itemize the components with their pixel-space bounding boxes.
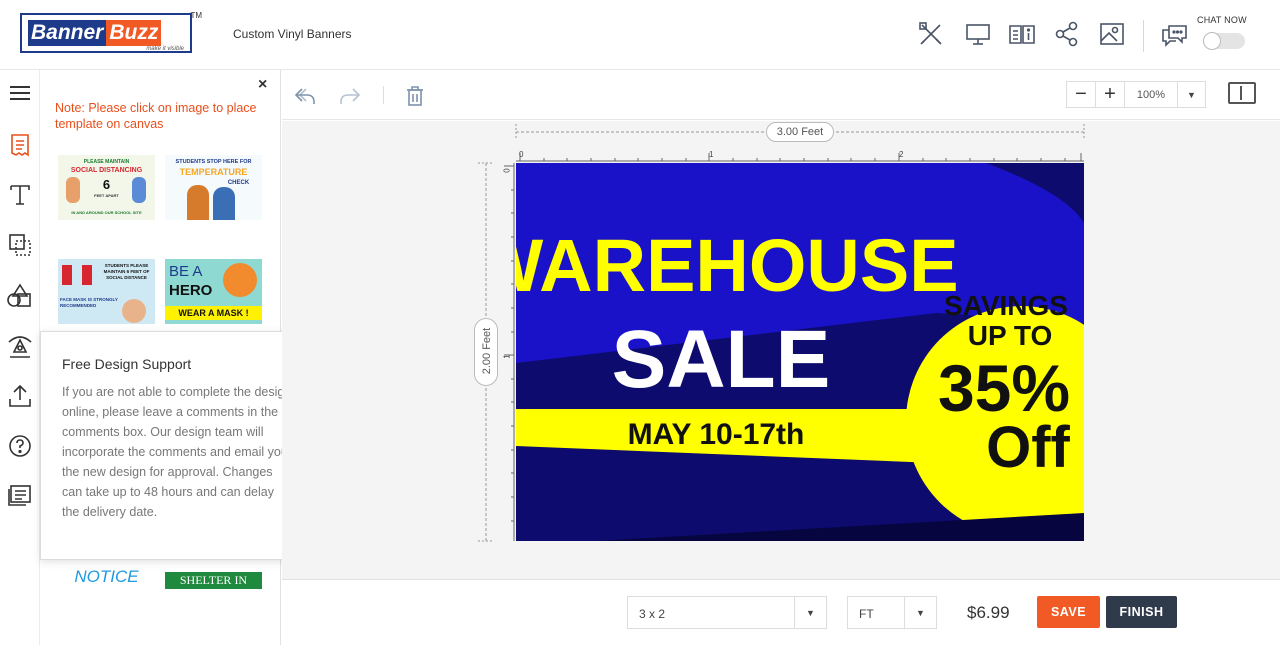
menu-icon[interactable] — [6, 79, 34, 107]
templates-icon[interactable] — [6, 131, 34, 159]
background-icon[interactable] — [6, 332, 34, 360]
ruler-left-label: 1 — [502, 354, 512, 359]
comments-icon[interactable] — [6, 482, 34, 510]
template-face-mask[interactable]: STUDENTS PLEASE MAINTAIN 6 FEET OF SOCIA… — [58, 259, 155, 324]
banner-headline[interactable]: WAREHOUSE — [516, 224, 959, 307]
popup-body-text: If you are not able to complete the desi… — [62, 385, 292, 519]
size-select-value: 3 x 2 — [639, 607, 666, 621]
help-icon[interactable] — [6, 432, 34, 460]
template-main: HERO — [169, 282, 213, 299]
zoom-dropdown-chevron-icon[interactable]: ▼ — [1178, 82, 1205, 107]
zoom-in-button[interactable]: + — [1096, 82, 1125, 107]
logo-part-banner: Banner — [28, 20, 107, 46]
masked-face — [122, 299, 146, 323]
template-title: PLEASE MAINTAIN — [83, 159, 130, 165]
height-dimension-text: 2.00 Feet — [481, 327, 493, 375]
template-temperature-check[interactable]: STUDENTS STOP HERE FOR TEMPERATURE CHECK — [165, 155, 262, 220]
trash-icon[interactable] — [403, 84, 427, 108]
template-sub: CHECK — [227, 180, 250, 186]
text-icon[interactable] — [6, 181, 34, 209]
template-main: FACE MASK IS STRONGLY RECOMMENDED — [60, 297, 118, 308]
popup-title: Free Design Support — [62, 356, 192, 372]
finish-button[interactable]: FINISH — [1106, 596, 1177, 628]
zoom-control: − + 100% ▼ — [1066, 81, 1206, 108]
template-title: SHELTER IN PLACE — [179, 573, 248, 589]
logo-tagline: make it visible — [146, 46, 184, 52]
toggle-knob — [1203, 32, 1221, 50]
price-display: $6.99 — [967, 603, 1010, 622]
template-title: STUDENTS PLEASE MAINTAIN 6 FEET OF SOCIA… — [103, 263, 150, 280]
template-shelter-in-place[interactable]: SHELTER IN PLACE — [165, 572, 262, 589]
template-title: NOTICE — [74, 567, 139, 586]
banner-off[interactable]: Off — [986, 415, 1070, 480]
panel-close-button[interactable]: × — [258, 76, 267, 94]
header-divider — [1143, 20, 1144, 52]
share-icon[interactable] — [1053, 20, 1081, 48]
logo-part-buzz: Buzz — [106, 20, 162, 46]
template-be-a-hero[interactable]: BE A HERO WEAR A MASK ! — [165, 259, 262, 324]
product-title: Custom Vinyl Banners — [233, 27, 352, 41]
clipart-icon[interactable] — [6, 282, 34, 310]
ruler-top-label: 0 — [519, 150, 524, 159]
undo-icon[interactable] — [293, 84, 317, 108]
child-figure-right — [82, 265, 92, 285]
left-tool-rail — [0, 70, 40, 645]
ruler-top-label: 2 — [899, 150, 904, 159]
template-title: STUDENTS STOP HERE FOR — [175, 159, 252, 165]
zoom-value[interactable]: 100% — [1125, 82, 1178, 107]
template-main: SOCIAL DISTANCING — [70, 167, 143, 174]
logo-trademark: TM — [190, 11, 202, 20]
unit-select[interactable]: FT ▼ — [847, 596, 937, 629]
template-main: TEMPERATURE — [179, 167, 248, 177]
canvas-toolbar: − + 100% ▼ — [282, 70, 1280, 120]
design-tools-icon[interactable] — [917, 20, 945, 48]
shapes-icon[interactable] — [6, 231, 34, 259]
size-select-chevron-icon: ▼ — [794, 597, 826, 628]
ruler-top-label: 1 — [709, 150, 714, 159]
chat-now-toggle[interactable] — [1203, 32, 1245, 50]
image-icon[interactable] — [1098, 20, 1126, 48]
height-dimension-label: 2.00 Feet — [474, 318, 498, 386]
chat-now-label: CHAT NOW — [1197, 15, 1247, 25]
top-header: Banner Buzz TM make it visible Custom Vi… — [0, 0, 1280, 70]
banner-savings-line1[interactable]: SAVINGS — [944, 290, 1068, 321]
banner-designer-app: Banner Buzz TM make it visible Custom Vi… — [0, 0, 1280, 645]
monitor-icon[interactable] — [964, 20, 992, 48]
child-figure-left — [66, 177, 80, 203]
template-title: BE A — [169, 263, 203, 280]
person-figure-right — [213, 187, 235, 220]
toolbar-separator — [383, 86, 384, 104]
bottom-footer: 3 x 2 ▼ FT ▼ $6.99 SAVE FINISH — [282, 579, 1280, 645]
template-instruction-note: Note: Please click on image to place tem… — [55, 101, 257, 131]
redo-icon[interactable] — [338, 84, 362, 108]
template-social-distancing[interactable]: PLEASE MAINTAIN SOCIAL DISTANCING 6 FEET… — [58, 155, 155, 220]
width-dimension-label: 3.00 Feet — [766, 122, 834, 142]
banner-dates[interactable]: MAY 10-17th — [628, 418, 805, 451]
person-figure-left — [187, 185, 209, 220]
child-figure-right — [132, 177, 146, 203]
banner-subhead[interactable]: SALE — [612, 314, 831, 405]
unit-select-value: FT — [859, 607, 874, 621]
save-button[interactable]: SAVE — [1037, 596, 1100, 628]
template-foot: IN AND AROUND OUR SCHOOL SITE — [71, 210, 142, 215]
banner-savings-line2[interactable]: UP TO — [968, 320, 1053, 351]
zoom-out-button[interactable]: − — [1067, 82, 1096, 107]
child-figure-left — [62, 265, 72, 285]
banner-percent[interactable]: 35% — [938, 351, 1070, 425]
book-info-icon[interactable] — [1008, 20, 1036, 48]
free-design-support-popup: Free Design Support × If you are not abl… — [40, 331, 310, 560]
panel-toggle-icon[interactable] — [1228, 82, 1256, 104]
ruler-left-label: 0 — [502, 168, 512, 173]
template-sub: WEAR A MASK ! — [178, 308, 249, 318]
hero-face — [223, 263, 257, 297]
unit-select-chevron-icon: ▼ — [904, 597, 936, 628]
upload-icon[interactable] — [6, 382, 34, 410]
size-select[interactable]: 3 x 2 ▼ — [627, 596, 827, 629]
bannerbuzz-logo[interactable]: Banner Buzz TM make it visible — [20, 11, 202, 53]
chat-icon[interactable] — [1160, 20, 1188, 48]
template-notice[interactable]: NOTICE — [58, 565, 155, 589]
banner-canvas[interactable]: WAREHOUSE SALE MAY 10-17th SAVINGS UP TO… — [516, 163, 1084, 541]
